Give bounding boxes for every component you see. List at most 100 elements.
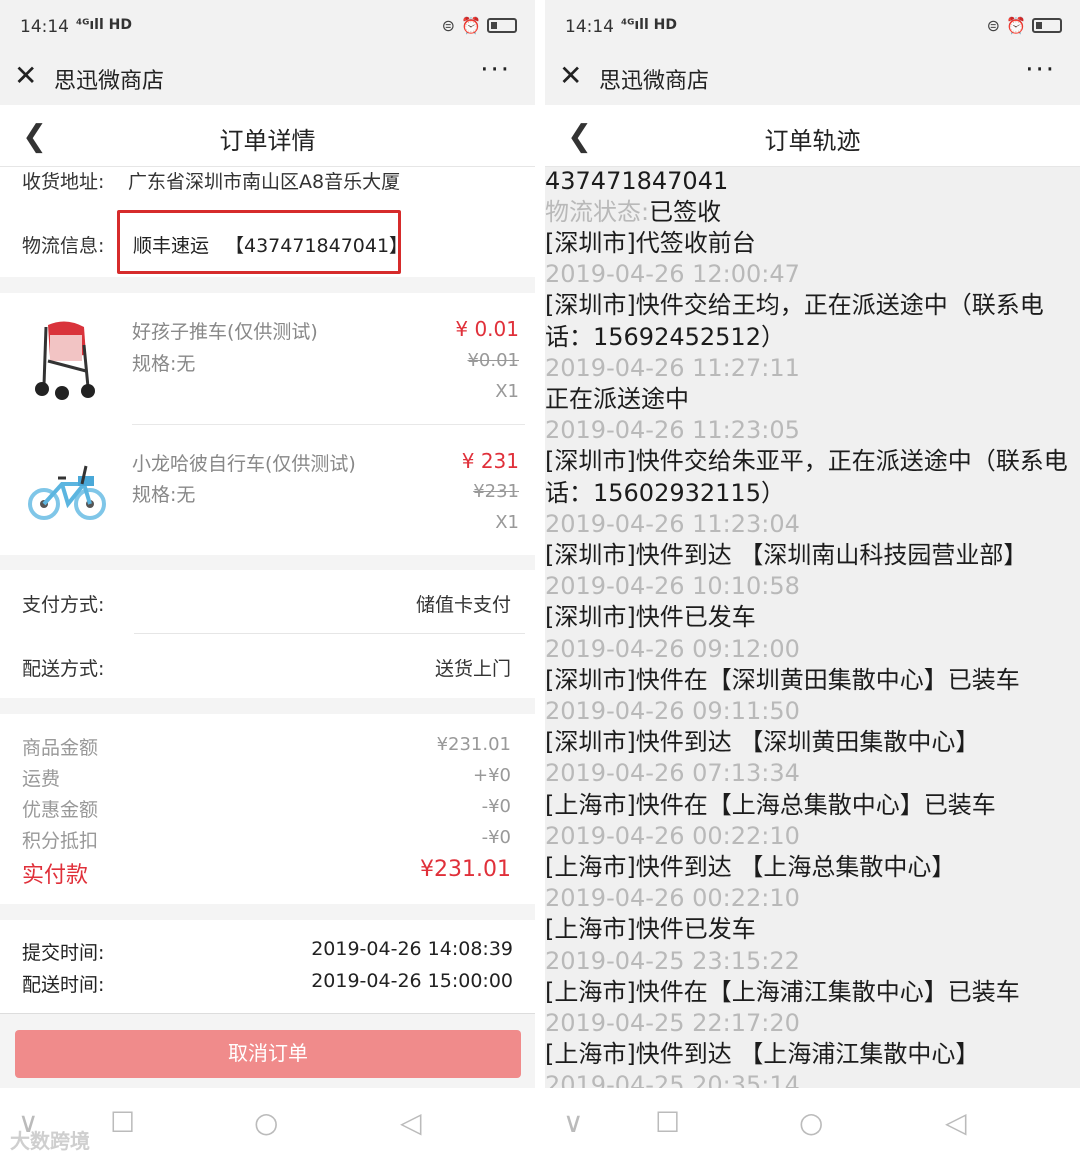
tracking-number: 437471847041 [545,167,729,195]
tracking-timestamp: 2019-04-26 00:22:10 [545,884,800,913]
recent-apps-icon[interactable]: ☐ [110,1106,135,1139]
item-price: ¥ 231 [461,449,519,473]
cancel-order-button[interactable]: 取消订单 [15,1030,521,1078]
divider [134,633,525,634]
list-item[interactable]: 好孩子推车(仅供测试) 规格:无 ¥ 0.01 ¥0.01 X1 [0,293,535,425]
item-original-price: ¥231 [473,481,519,502]
tracking-number[interactable]: 【437471847041】 [225,231,408,258]
tracking-timestamp: 2019-04-26 09:12:00 [545,634,800,663]
amount-paid-label: 实付款 [22,863,89,888]
address-label: 收货地址: [22,171,105,193]
tracking-timestamp: 2019-04-26 12:00:47 [545,260,800,289]
home-icon[interactable]: ○ [254,1106,278,1139]
tracking-event: [上海市]快件在【上海总集散中心】已装车 [545,790,996,819]
item-name: 好孩子推车(仅供测试) [132,321,318,343]
tracking-event: 正在派送途中 [545,385,689,413]
app-title: 思迅微商店 [54,69,165,94]
item-original-price: ¥0.01 [467,350,519,371]
lock-rotation-icon: ⊜ [986,16,1001,35]
stroller-image [35,321,95,400]
system-nav-bar: ∨ ☐ ○ ◁ [545,1088,1080,1159]
battery-icon [1032,18,1062,33]
page-header: ❮ 订单轨迹 [545,105,1080,167]
status-bar: 14:14 ⁴ᴳıll HD ⊜ ⏰ [545,0,1080,55]
item-spec: 规格:无 [132,353,196,375]
tracking-event: [上海市]快件已发车 [545,915,756,944]
logistics-info[interactable]: 物流信息: 顺丰速运 【437471847041】 [0,207,535,277]
status-icons: ⊜ ⏰ [442,16,517,35]
clock: 14:14 [565,17,614,37]
tracking-timestamp: 2019-04-26 00:22:10 [545,821,800,850]
tracking-event: 话：15602932115） [545,478,785,507]
item-name: 小龙哈彼自行车(仅供测试) [132,453,356,475]
alarm-icon: ⏰ [1006,16,1026,35]
tracking-timestamp: 2019-04-26 07:13:34 [545,759,800,788]
battery-icon [487,18,517,33]
status-label: 物流状态: [545,198,650,226]
address-value: 广东省深圳市南山区A8音乐大厦 [128,171,401,193]
price-summary: 商品金额 ¥231.01 运费 +¥0 优惠金额 -¥0 积分抵扣 -¥0 实付… [0,714,535,904]
tracking-event: [深圳市]快件到达 【深圳黄田集散中心】 [545,728,980,757]
logistics-label: 物流信息: [22,235,105,257]
app-bar: ✕ 思迅微商店 ··· [545,55,1080,105]
app-title: 思迅微商店 [599,69,710,94]
payment-method-label: 支付方式: [22,594,105,616]
delivery-time-value: 2019-04-26 15:00:00 [311,970,513,992]
carrier-name[interactable]: 顺丰速运 [133,231,209,258]
more-menu-icon[interactable]: ··· [480,55,511,85]
chevron-down-icon[interactable]: ∨ [563,1106,584,1139]
submit-time-value: 2019-04-26 14:08:39 [311,938,513,960]
item-quantity: X1 [495,381,519,402]
logistics-status: 物流状态:已签收 [545,197,1080,228]
recent-apps-icon[interactable]: ☐ [655,1106,680,1139]
tracking-timestamp: 2019-04-26 11:23:05 [545,416,800,445]
more-menu-icon[interactable]: ··· [1025,55,1056,85]
page-title: 订单轨迹 [764,127,861,155]
tracking-timestamp: 2019-04-26 09:11:50 [545,697,800,725]
close-icon[interactable]: ✕ [14,59,37,92]
home-icon[interactable]: ○ [799,1106,823,1139]
page-header: ❮ 订单详情 [0,105,535,167]
tracking-event: [深圳市]快件交给朱亚平，正在派送途中（联系电 [545,447,1068,476]
tracking-timestamp: 2019-04-25 20:35:14 [545,1071,800,1088]
discount-label: 优惠金额 [22,799,99,821]
list-item[interactable]: 小龙哈彼自行车(仅供测试) 规格:无 ¥ 231 ¥231 X1 [0,424,535,555]
shipping-address: 收货地址: 广东省深圳市南山区A8音乐大厦 [0,167,535,207]
tracking-timestamp: 2019-04-25 23:15:22 [545,946,800,975]
tracking-timestamp: 2019-04-25 22:17:20 [545,1009,800,1037]
tracking-timestamp: 2019-04-26 11:23:04 [545,509,800,538]
status-bar: 14:14 ⁴ᴳıll HD ⊜ ⏰ [0,0,535,55]
watermark-logo: 大数跨境 [10,1129,90,1153]
order-items: 好孩子推车(仅供测试) 规格:无 ¥ 0.01 ¥0.01 X1 小龙哈彼自行车… [0,293,535,555]
lock-rotation-icon: ⊜ [441,16,456,35]
discount-value: -¥0 [481,796,511,817]
points-deduction-label: 积分抵扣 [22,830,99,852]
alarm-icon: ⏰ [461,16,481,35]
delivery-method-value: 送货上门 [434,658,511,680]
submit-time-label: 提交时间: [22,942,105,964]
tracking-event: [上海市]快件到达 【上海总集散中心】 [545,853,956,881]
tracking-timestamp: 2019-04-26 10:10:58 [545,572,800,601]
status-value: 已签收 [649,198,722,226]
delivery-method-label: 配送方式: [22,658,105,680]
tracking-event: [深圳市]代签收前台 [545,229,756,257]
goods-amount-value: ¥231.01 [436,734,511,755]
panel-gap [535,0,545,1159]
page-title: 订单详情 [219,127,316,155]
tracking-event: 话：15692452512） [545,322,785,351]
tracking-event: [上海市]快件在【上海浦江集散中心】已装车 [545,977,1020,1006]
close-icon[interactable]: ✕ [559,59,582,92]
goods-amount-label: 商品金额 [22,737,99,759]
tracking-event: [深圳市]快件到达 【深圳南山科技园营业部】 [545,541,1028,569]
back-triangle-icon[interactable]: ◁ [400,1106,422,1139]
back-triangle-icon[interactable]: ◁ [945,1106,967,1139]
tracking-list[interactable]: 437471847041 物流状态:已签收 [深圳市]代签收前台 2019-04-… [545,167,1080,1088]
order-tracking-screen: 14:14 ⁴ᴳıll HD ⊜ ⏰ ✕ 思迅微商店 ··· ❮ 订单轨迹 43… [545,0,1080,1159]
tracking-timestamp: 2019-04-26 11:27:11 [545,353,800,382]
signal-icon: ⁴ᴳıll HD [76,17,132,33]
clock: 14:14 [20,17,69,37]
order-detail-screen: 14:14 ⁴ᴳıll HD ⊜ ⏰ ✕ 思迅微商店 ··· ❮ 订单详情 收货… [0,0,535,1159]
item-quantity: X1 [495,512,519,533]
payment-delivery: 支付方式: 储值卡支付 配送方式: 送货上门 [0,570,535,698]
amount-paid-value: ¥231.01 [420,857,511,882]
